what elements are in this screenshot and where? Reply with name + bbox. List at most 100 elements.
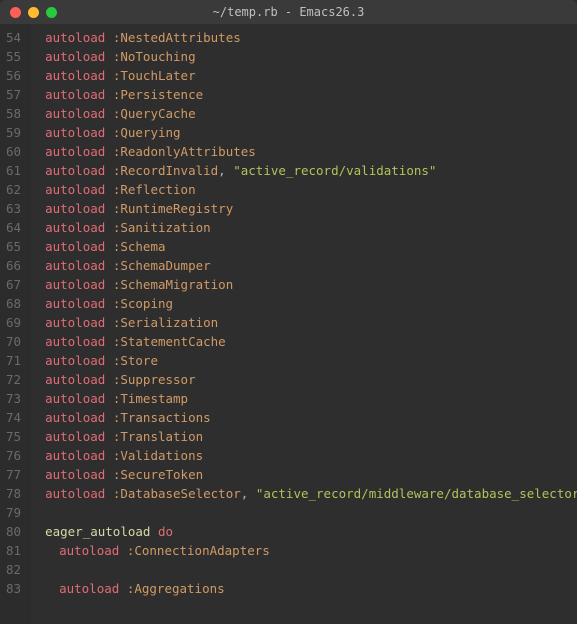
symbol: :StatementCache <box>113 334 226 349</box>
string: "active_record/middleware/database_selec… <box>256 486 577 501</box>
symbol: :SchemaMigration <box>113 277 233 292</box>
symbol: :Scoping <box>113 296 173 311</box>
keyword: autoload <box>45 391 105 406</box>
symbol: :Schema <box>113 239 166 254</box>
code-line[interactable]: autoload :Store <box>45 351 577 370</box>
editor-area[interactable]: 5455565758596061626364656667686970717273… <box>0 24 577 624</box>
keyword-do: do <box>158 524 173 539</box>
code-line[interactable]: autoload :RuntimeRegistry <box>45 199 577 218</box>
line-number: 82 <box>6 560 21 579</box>
code-line[interactable]: autoload :Reflection <box>45 180 577 199</box>
keyword: autoload <box>45 144 105 159</box>
symbol: :SchemaDumper <box>113 258 211 273</box>
code-line[interactable]: autoload :Transactions <box>45 408 577 427</box>
code-line[interactable]: autoload :Timestamp <box>45 389 577 408</box>
symbol: :TouchLater <box>113 68 196 83</box>
line-number: 55 <box>6 47 21 66</box>
code-line[interactable]: autoload :NoTouching <box>45 47 577 66</box>
keyword: autoload <box>45 429 105 444</box>
code-line[interactable]: autoload :Suppressor <box>45 370 577 389</box>
symbol: :RecordInvalid <box>113 163 218 178</box>
keyword: autoload <box>45 334 105 349</box>
line-number: 63 <box>6 199 21 218</box>
code-line[interactable]: autoload :Serialization <box>45 313 577 332</box>
symbol: :RuntimeRegistry <box>113 201 233 216</box>
keyword: autoload <box>45 49 105 64</box>
line-number: 81 <box>6 541 21 560</box>
code-line[interactable]: autoload :Schema <box>45 237 577 256</box>
code-line[interactable]: autoload :Aggregations <box>45 579 577 598</box>
symbol: :Sanitization <box>113 220 211 235</box>
symbol: :Validations <box>113 448 203 463</box>
line-number: 73 <box>6 389 21 408</box>
symbol: :SecureToken <box>113 467 203 482</box>
symbol: :Suppressor <box>113 372 196 387</box>
symbol: :NoTouching <box>113 49 196 64</box>
code-line[interactable]: autoload :NestedAttributes <box>45 28 577 47</box>
code-content[interactable]: autoload :NestedAttributesautoload :NoTo… <box>31 24 577 624</box>
code-line[interactable]: autoload :Validations <box>45 446 577 465</box>
line-number: 74 <box>6 408 21 427</box>
code-line[interactable]: autoload :SchemaMigration <box>45 275 577 294</box>
line-number: 56 <box>6 66 21 85</box>
code-line[interactable]: eager_autoload do <box>45 522 577 541</box>
keyword: autoload <box>59 543 119 558</box>
symbol: :Timestamp <box>113 391 188 406</box>
line-number: 58 <box>6 104 21 123</box>
symbol: :Serialization <box>113 315 218 330</box>
line-number: 66 <box>6 256 21 275</box>
line-number: 72 <box>6 370 21 389</box>
line-number: 79 <box>6 503 21 522</box>
code-line[interactable] <box>45 560 577 579</box>
symbol: :Reflection <box>113 182 196 197</box>
keyword: autoload <box>45 315 105 330</box>
code-line[interactable] <box>45 503 577 522</box>
code-line[interactable]: autoload :Scoping <box>45 294 577 313</box>
keyword: autoload <box>45 277 105 292</box>
symbol: :ReadonlyAttributes <box>113 144 256 159</box>
code-line[interactable]: autoload :QueryCache <box>45 104 577 123</box>
line-number: 54 <box>6 28 21 47</box>
symbol: :Transactions <box>113 410 211 425</box>
code-line[interactable]: autoload :Sanitization <box>45 218 577 237</box>
line-number: 61 <box>6 161 21 180</box>
code-line[interactable]: autoload :Translation <box>45 427 577 446</box>
keyword: autoload <box>45 201 105 216</box>
line-number: 59 <box>6 123 21 142</box>
keyword: autoload <box>45 372 105 387</box>
keyword: autoload <box>45 30 105 45</box>
code-line[interactable]: autoload :ConnectionAdapters <box>45 541 577 560</box>
keyword: autoload <box>45 239 105 254</box>
keyword: autoload <box>45 353 105 368</box>
symbol: :Querying <box>113 125 181 140</box>
window-title: ~/temp.rb - Emacs26.3 <box>0 3 577 22</box>
symbol: :QueryCache <box>113 106 196 121</box>
line-number: 70 <box>6 332 21 351</box>
keyword: autoload <box>45 467 105 482</box>
symbol: :Persistence <box>113 87 203 102</box>
line-number: 60 <box>6 142 21 161</box>
minimize-icon[interactable] <box>28 7 39 18</box>
symbol: :Store <box>113 353 158 368</box>
close-icon[interactable] <box>10 7 21 18</box>
keyword: autoload <box>45 106 105 121</box>
comma: , <box>218 163 233 178</box>
keyword: autoload <box>45 87 105 102</box>
code-line[interactable]: autoload :DatabaseSelector, "active_reco… <box>45 484 577 503</box>
code-line[interactable]: autoload :StatementCache <box>45 332 577 351</box>
line-number: 75 <box>6 427 21 446</box>
code-line[interactable]: autoload :Persistence <box>45 85 577 104</box>
code-line[interactable]: autoload :TouchLater <box>45 66 577 85</box>
line-number: 83 <box>6 579 21 598</box>
keyword: autoload <box>45 163 105 178</box>
code-line[interactable]: autoload :SecureToken <box>45 465 577 484</box>
symbol: :DatabaseSelector <box>113 486 241 501</box>
code-line[interactable]: autoload :RecordInvalid, "active_record/… <box>45 161 577 180</box>
line-number: 62 <box>6 180 21 199</box>
line-number: 68 <box>6 294 21 313</box>
code-line[interactable]: autoload :Querying <box>45 123 577 142</box>
maximize-icon[interactable] <box>46 7 57 18</box>
symbol: :ConnectionAdapters <box>127 543 270 558</box>
code-line[interactable]: autoload :SchemaDumper <box>45 256 577 275</box>
code-line[interactable]: autoload :ReadonlyAttributes <box>45 142 577 161</box>
